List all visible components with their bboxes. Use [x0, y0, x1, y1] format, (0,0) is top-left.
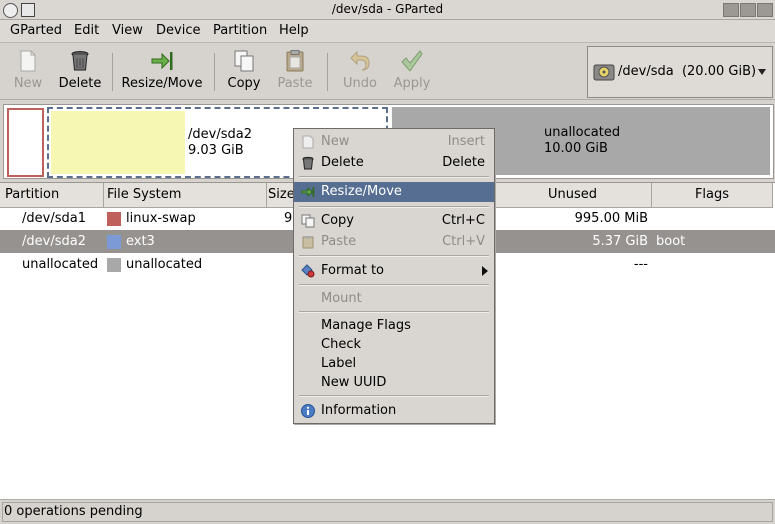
menu-separator [299, 176, 489, 178]
device-size: (20.00 GiB) [681, 64, 757, 79]
dropdown-arrow-icon [758, 69, 766, 75]
new-button[interactable]: New [8, 49, 48, 91]
filesystem-color-swatch [107, 212, 121, 226]
menu-help[interactable]: Help [279, 23, 309, 38]
partition-cell: /dev/sda1 [22, 211, 86, 226]
column-header-unused[interactable]: Unused [494, 183, 652, 208]
new-document-icon [20, 50, 36, 72]
hard-disk-icon [593, 64, 615, 81]
graph-segment-sda1[interactable] [7, 108, 44, 177]
partition-cell: unallocated [22, 257, 99, 272]
menu-item-paste[interactable]: Paste Ctrl+V [294, 232, 494, 252]
column-header-filesystem[interactable]: File System [104, 183, 267, 208]
unused-cell: 995.00 MiB [574, 211, 648, 226]
unused-cell: --- [633, 257, 648, 272]
copy-icon [234, 50, 254, 72]
menu-item-delete[interactable]: Delete Delete [294, 153, 494, 173]
menu-view[interactable]: View [112, 23, 143, 38]
checkmark-icon [401, 50, 423, 72]
menu-gparted[interactable]: GParted [10, 23, 62, 38]
menu-separator [299, 311, 489, 313]
column-header-flags[interactable]: Flags [652, 183, 773, 208]
menu-item-new-uuid[interactable]: New UUID [294, 373, 494, 393]
menu-item-copy[interactable]: Copy Ctrl+C [294, 211, 494, 231]
menu-separator [299, 206, 489, 208]
menu-item-label[interactable]: Label [294, 354, 494, 374]
paste-button[interactable]: Paste [273, 49, 317, 91]
format-icon [301, 264, 315, 278]
apply-button[interactable]: Apply [390, 49, 434, 91]
status-text: 0 operations pending [2, 502, 773, 522]
apply-button-label: Apply [393, 76, 431, 91]
device-name: /dev/sda [618, 64, 674, 79]
menu-item-mount[interactable]: Mount [294, 289, 494, 309]
menu-item-format-to[interactable]: Format to [294, 261, 494, 281]
menu-item-information[interactable]: Information [294, 401, 494, 421]
undo-button-label: Undo [343, 76, 377, 91]
menu-device[interactable]: Device [156, 23, 200, 38]
device-selector[interactable]: /dev/sda (20.00 GiB) [587, 46, 773, 98]
toolbar-separator [214, 53, 215, 91]
paste-clipboard-icon [286, 50, 304, 72]
menu-edit[interactable]: Edit [74, 23, 99, 38]
maximize-button[interactable] [740, 3, 756, 17]
minimize-button[interactable] [723, 3, 739, 17]
trash-icon [71, 51, 89, 71]
title-bar: /dev/sda - GParted [0, 0, 775, 20]
menu-item-new[interactable]: New Insert [294, 132, 494, 152]
undo-arrow-icon [350, 50, 370, 71]
menu-item-manage-flags[interactable]: Manage Flags [294, 316, 494, 336]
size-cell: 9 [284, 211, 293, 226]
close-button[interactable] [757, 3, 773, 17]
toolbar-separator [112, 53, 113, 91]
filesystem-cell: linux-swap [126, 211, 196, 226]
info-icon [301, 404, 315, 418]
filesystem-color-swatch [107, 235, 121, 249]
partition-cell: /dev/sda2 [22, 234, 86, 249]
menu-item-check[interactable]: Check [294, 335, 494, 355]
resize-move-button-label: Resize/Move [121, 76, 203, 91]
unused-cell: 5.37 GiB [592, 234, 648, 249]
paste-button-label: Paste [277, 76, 313, 91]
graph-sda2-size: 9.03 GiB [188, 143, 244, 158]
filesystem-cell: ext3 [126, 234, 155, 249]
menu-separator [299, 395, 489, 397]
resize-arrow-icon [301, 186, 315, 198]
delete-button-label: Delete [58, 76, 102, 91]
filesystem-color-swatch [107, 258, 121, 272]
new-button-label: New [13, 76, 43, 91]
menu-item-resize-move[interactable]: Resize/Move [294, 182, 494, 202]
copy-button[interactable]: Copy [224, 49, 264, 91]
status-bar: 0 operations pending [0, 499, 775, 524]
menu-separator [299, 255, 489, 257]
graph-unallocated-size: 10.00 GiB [544, 141, 608, 156]
flags-cell: boot [656, 234, 686, 249]
graph-unallocated-name: unallocated [544, 125, 621, 140]
partition-context-menu: New Insert Delete Delete Resize/Move Cop… [293, 128, 495, 424]
menu-partition[interactable]: Partition [213, 23, 267, 38]
resize-arrow-icon [151, 52, 173, 70]
menu-bar: GParted Edit View Device Partition Help [0, 20, 775, 43]
sda2-used-fill [51, 111, 185, 174]
copy-button-label: Copy [227, 76, 261, 91]
resize-move-button[interactable]: Resize/Move [120, 49, 204, 91]
delete-button[interactable]: Delete [57, 49, 103, 91]
graph-sda2-name: /dev/sda2 [188, 127, 252, 142]
paste-clipboard-icon [302, 236, 314, 249]
filesystem-cell: unallocated [126, 257, 203, 272]
column-header-partition[interactable]: Partition [0, 183, 104, 208]
window-title: /dev/sda - GParted [331, 2, 444, 16]
copy-icon [301, 214, 315, 228]
trash-icon [302, 156, 314, 170]
menu-separator [299, 284, 489, 286]
toolbar-separator [327, 53, 328, 91]
undo-button[interactable]: Undo [338, 49, 382, 91]
submenu-arrow-icon [482, 266, 488, 276]
new-document-icon [302, 135, 314, 149]
